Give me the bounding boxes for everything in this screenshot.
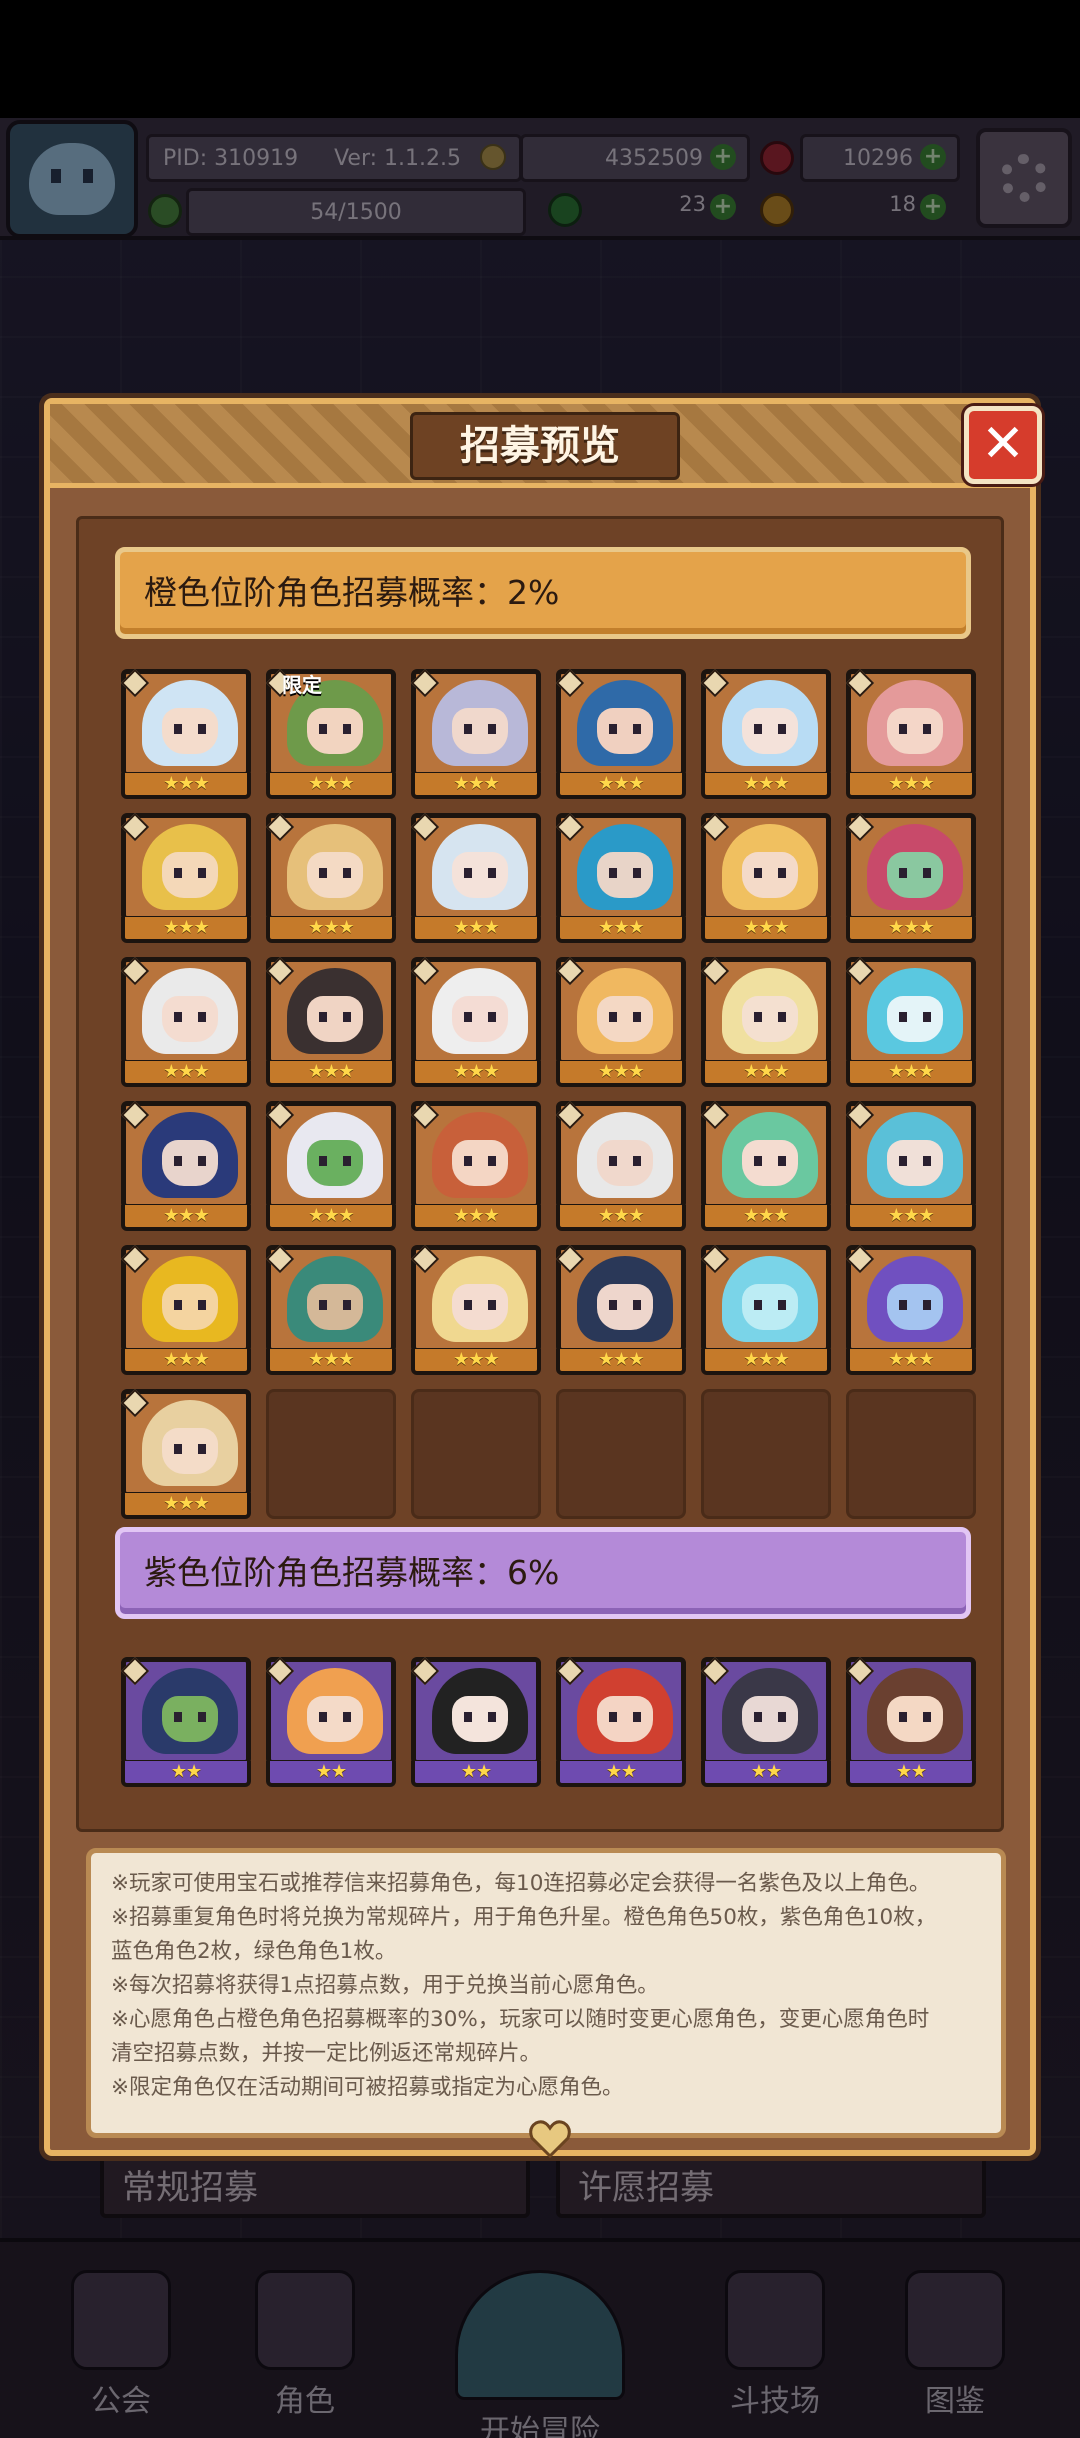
character-card[interactable]: ★★★ [265,1244,396,1375]
character-card[interactable]: ★★ [410,1656,541,1787]
character-card[interactable]: ★★★ [265,956,396,1087]
dialog-content: 橙色位阶角色招募概率：2% ★★★ 限定 ★★★ ★★★ ★★★ ★★★ ★★★ ★★★ ★★★… [76,516,1004,1832]
star-rating: ★★ [121,1761,251,1787]
star-rating: ★★★ [121,1205,251,1231]
star-rating: ★★★ [701,1061,831,1087]
note-line: ※限定角色仅在活动期间可被招募或指定为心愿角色。 [111,2075,624,2100]
character-card[interactable]: ★★★ [555,812,686,943]
character-card[interactable]: ★★ [700,1656,831,1787]
character-card[interactable]: ★★★ [410,1244,541,1375]
star-rating: ★★★ [266,773,396,799]
character-card[interactable]: ★★★ [120,1388,251,1519]
note-line: ※每次招募将获得1点招募点数，用于兑换当前心愿角色。 [111,1973,659,1998]
limited-badge: 限定 [282,673,322,697]
star-rating: ★★★ [701,773,831,799]
character-card[interactable]: ★★★ [845,1244,976,1375]
star-rating: ★★★ [266,1205,396,1231]
star-rating: ★★★ [411,1205,541,1231]
star-rating: ★★★ [121,1349,251,1375]
purple-character-grid: ★★ ★★ ★★ ★★ ★★ ★★ [120,1656,976,1787]
character-card[interactable]: ★★★ [120,812,251,943]
character-card[interactable]: ★★★ [120,956,251,1087]
empty-slot [411,1389,541,1519]
star-rating: ★★★ [701,1205,831,1231]
star-rating: ★★★ [846,773,976,799]
character-card[interactable]: ★★★ [845,1100,976,1231]
character-card[interactable]: ★★★ [555,1244,686,1375]
character-card[interactable]: ★★★ [410,1100,541,1231]
character-card[interactable]: ★★★ [410,812,541,943]
character-card[interactable]: 限定 ★★★ [265,668,396,799]
empty-slot [266,1389,396,1519]
character-card[interactable]: ★★★ [410,668,541,799]
star-rating: ★★★ [846,1061,976,1087]
character-card[interactable]: ★★★ [845,668,976,799]
star-rating: ★★★ [121,917,251,943]
star-rating: ★★★ [411,773,541,799]
character-card[interactable]: ★★★ [120,668,251,799]
note-line: ※玩家可使用宝石或推荐信来招募角色，每10连招募必定会获得一名紫色及以上角色。 [111,1871,931,1896]
star-rating: ★★★ [266,917,396,943]
star-rating: ★★★ [266,1349,396,1375]
character-card[interactable]: ★★★ [120,1244,251,1375]
character-card[interactable]: ★★★ [120,1100,251,1231]
character-card[interactable]: ★★★ [555,1100,686,1231]
orange-character-grid: ★★★ 限定 ★★★ ★★★ ★★★ ★★★ ★★★ ★★★ ★★★ ★★★ ★★★ ★★★ ★★★ ★★… [120,668,976,1519]
star-rating: ★★ [701,1761,831,1787]
character-card[interactable]: ★★★ [700,812,831,943]
character-card[interactable]: ★★ [845,1656,976,1787]
character-card[interactable]: ★★★ [845,956,976,1087]
empty-slot [556,1389,686,1519]
close-button[interactable]: ✕ [964,406,1042,484]
star-rating: ★★ [846,1761,976,1787]
star-rating: ★★★ [121,773,251,799]
character-card[interactable]: ★★ [265,1656,396,1787]
star-rating: ★★★ [846,1205,976,1231]
star-rating: ★★★ [556,1205,686,1231]
note-line: ※心愿角色占橙色角色招募概率的30%，玩家可以随时变更心愿角色，变更心愿角色时 [111,2007,930,2032]
character-card[interactable]: ★★★ [845,812,976,943]
character-card[interactable]: ★★★ [265,812,396,943]
purple-rate-banner: 紫色位阶角色招募概率：6% [115,1527,971,1619]
character-card[interactable]: ★★ [555,1656,686,1787]
star-rating: ★★★ [556,917,686,943]
note-line: 蓝色角色2枚，绿色角色1枚。 [111,1939,397,1964]
star-rating: ★★★ [701,917,831,943]
note-line: 清空招募点数，并按一定比例返还常规碎片。 [111,2041,542,2066]
star-rating: ★★ [556,1761,686,1787]
star-rating: ★★★ [701,1349,831,1375]
star-rating: ★★★ [121,1493,251,1519]
star-rating: ★★★ [266,1061,396,1087]
character-card[interactable]: ★★★ [700,1100,831,1231]
recruit-preview-dialog: 招募预览 ✕ 橙色位阶角色招募概率：2% ★★★ 限定 ★★★ ★★★ ★★★ ★★★ ★★… [44,398,1042,2158]
empty-slot [846,1389,976,1519]
dialog-title: 招募预览 [460,423,620,469]
star-rating: ★★★ [411,917,541,943]
star-rating: ★★ [266,1761,396,1787]
star-rating: ★★★ [556,773,686,799]
character-card[interactable]: ★★★ [700,956,831,1087]
character-card[interactable]: ★★★ [265,1100,396,1231]
star-rating: ★★★ [846,1349,976,1375]
empty-slot [701,1389,831,1519]
character-card[interactable]: ★★ [120,1656,251,1787]
star-rating: ★★ [411,1761,541,1787]
heart-icon [529,2120,571,2158]
character-card[interactable]: ★★★ [410,956,541,1087]
character-card[interactable]: ★★★ [700,668,831,799]
orange-rate-banner: 橙色位阶角色招募概率：2% [115,547,971,639]
star-rating: ★★★ [411,1349,541,1375]
star-rating: ★★★ [556,1061,686,1087]
star-rating: ★★★ [556,1349,686,1375]
recruit-rules-notes: ※玩家可使用宝石或推荐信来招募角色，每10连招募必定会获得一名紫色及以上角色。 … [86,1848,1006,2138]
star-rating: ★★★ [121,1061,251,1087]
note-line: ※招募重复角色时将兑换为常规碎片，用于角色升星。橙色角色50枚，紫色角色10枚， [111,1905,937,1930]
character-card[interactable]: ★★★ [555,956,686,1087]
star-rating: ★★★ [846,917,976,943]
star-rating: ★★★ [411,1061,541,1087]
character-card[interactable]: ★★★ [700,1244,831,1375]
character-card[interactable]: ★★★ [555,668,686,799]
